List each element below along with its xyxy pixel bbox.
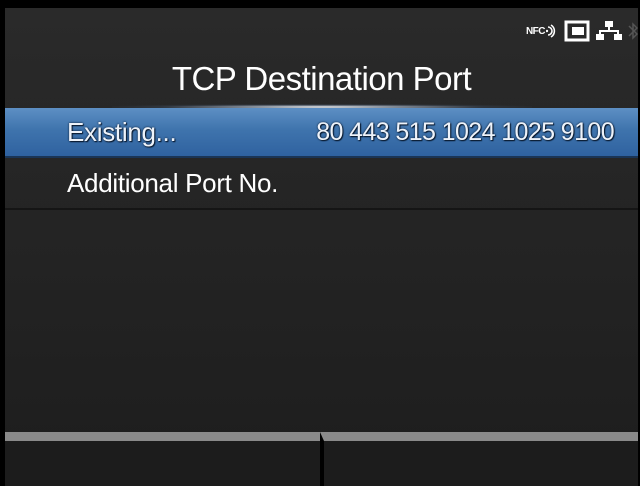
menu-item-additional-port[interactable]: Additional Port No. (5, 158, 638, 210)
nfc-icon: NFC (526, 24, 558, 38)
softkey-right[interactable] (319, 432, 638, 486)
display-panel: NFC TCP Destination Port Existing... 80 … (5, 8, 638, 486)
menu-item-label: Existing... (67, 116, 177, 147)
printer-screen: NFC TCP Destination Port Existing... 80 … (0, 0, 640, 486)
storage-icon (564, 20, 590, 42)
header: TCP Destination Port (5, 54, 638, 110)
softkey-left[interactable] (5, 432, 320, 486)
bluetooth-icon (628, 20, 638, 42)
status-bar: NFC (526, 8, 638, 54)
menu-list: Existing... 80 443 515 1024 1025 9100 Ad… (5, 108, 638, 210)
network-icon (596, 20, 622, 42)
menu-item-label: Additional Port No. (67, 167, 279, 198)
softkey-bar (5, 432, 638, 486)
menu-item-value: 80 443 515 1024 1025 9100 (316, 117, 614, 146)
page-title: TCP Destination Port (171, 60, 472, 97)
menu-item-existing[interactable]: Existing... 80 443 515 1024 1025 9100 (5, 108, 638, 158)
nfc-label: NFC (525, 25, 546, 37)
